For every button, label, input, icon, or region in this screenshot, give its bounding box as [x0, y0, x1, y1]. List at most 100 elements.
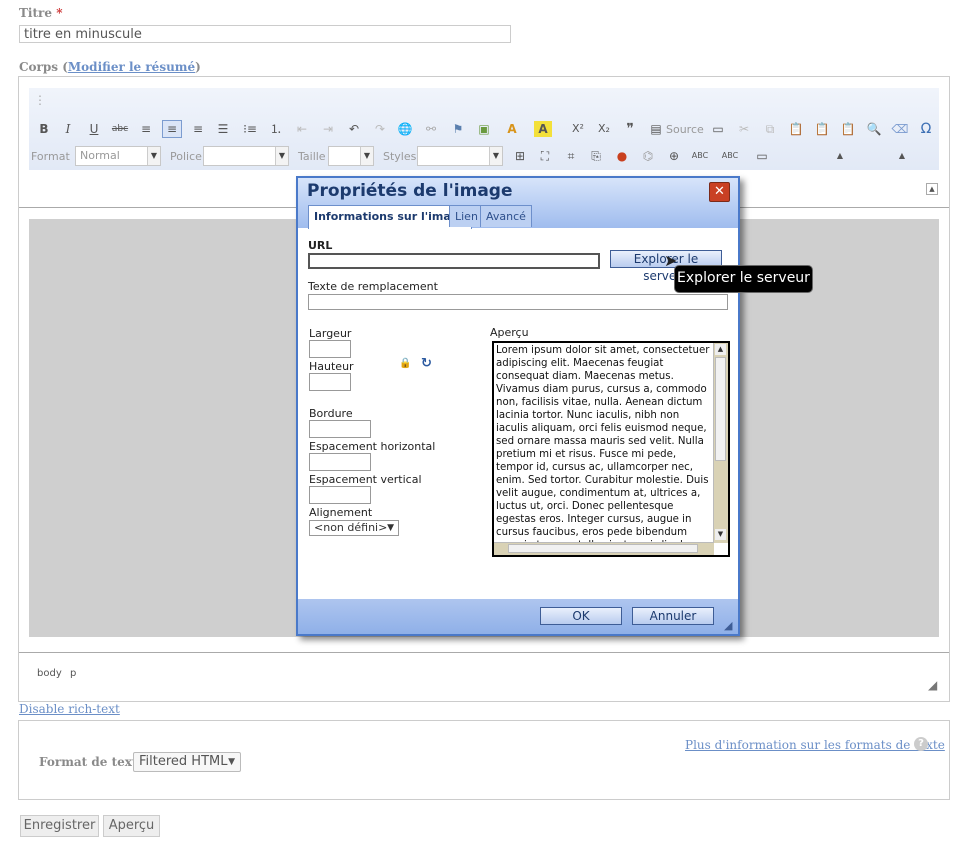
hspace-input[interactable] [309, 453, 371, 471]
format-select[interactable]: Normal ▼ [75, 146, 161, 166]
edit-summary-link[interactable]: Modifier le résumé [68, 60, 195, 74]
bold-icon[interactable]: B [35, 121, 53, 137]
paste-text-icon[interactable]: 📋 [813, 121, 831, 137]
tab-image-info[interactable]: Informations sur l'image [308, 205, 473, 229]
special-char-icon[interactable]: Ω [917, 121, 935, 137]
blockquote-icon[interactable]: ❞ [621, 121, 639, 137]
subscript-icon[interactable]: X₂ [595, 121, 613, 137]
scrollbar-thumb[interactable] [508, 544, 698, 553]
paste-icon[interactable]: 📋 [787, 121, 805, 137]
justify-icon[interactable]: ☰ [214, 121, 232, 137]
paste-word-icon[interactable]: 📋 [839, 121, 857, 137]
toolbar-collapse-button[interactable]: ▲ [926, 183, 938, 195]
chevron-down-icon: ▼ [489, 147, 502, 165]
url-label: URL [308, 239, 333, 252]
hr-icon[interactable]: ▭ [709, 121, 727, 137]
border-label: Bordure [309, 407, 353, 420]
tab-link[interactable]: Lien [449, 205, 484, 227]
strikethrough-icon[interactable]: abc [111, 121, 129, 137]
alt-text-label: Texte de remplacement [308, 280, 438, 293]
show-blocks-icon[interactable]: ⌗ [562, 148, 580, 164]
scrollbar-thumb[interactable] [715, 357, 726, 461]
unlink-icon[interactable]: ⚯ [422, 121, 440, 137]
page-break-icon[interactable]: ▭ [753, 148, 771, 164]
table-icon[interactable]: ⊞ [511, 148, 529, 164]
align-left-icon[interactable]: ≡ [137, 121, 155, 137]
border-input[interactable] [309, 420, 371, 438]
width-input[interactable] [309, 340, 351, 358]
reset-size-icon[interactable]: ↻ [421, 356, 432, 371]
toolbar-grip-icon: ⋮ [34, 93, 46, 107]
anchor-icon[interactable]: ⚑ [449, 121, 467, 137]
source-icon[interactable]: ▤ [647, 121, 665, 137]
scroll-up-icon[interactable]: ▲ [715, 344, 726, 355]
resize-handle-icon[interactable]: ◢ [928, 678, 937, 692]
text-format-select[interactable]: Filtered HTML ▼ [133, 752, 241, 772]
align-center-icon[interactable]: ≡ [162, 120, 182, 138]
alt-text-input[interactable] [308, 294, 728, 310]
styles-select[interactable]: ▼ [417, 146, 503, 166]
height-input[interactable] [309, 373, 351, 391]
maximize-icon[interactable]: ⛶ [536, 148, 554, 164]
font-label: Police [170, 150, 202, 163]
image-icon[interactable]: ▣ [475, 121, 493, 137]
title-input[interactable]: titre en minuscule [19, 25, 511, 43]
find-icon[interactable]: 🔍 [865, 121, 883, 137]
chevron-down-icon: ▼ [147, 147, 160, 165]
save-button[interactable]: Enregistrer [20, 815, 99, 837]
templates-icon[interactable]: ⎘ [587, 148, 605, 164]
horizontal-scrollbar[interactable] [494, 542, 714, 555]
text-color-icon[interactable]: A [503, 121, 521, 137]
vspace-input[interactable] [309, 486, 371, 504]
numbered-list-icon[interactable]: ⒈ [267, 121, 285, 137]
scroll-down-icon[interactable]: ▼ [715, 529, 726, 540]
text-format-label: Format de texte [39, 755, 146, 769]
undo-icon[interactable]: ↶ [345, 121, 363, 137]
path-p[interactable]: p [70, 668, 76, 679]
copy-icon[interactable]: ⧉ [761, 121, 779, 137]
tab-advanced[interactable]: Avancé [480, 205, 532, 227]
path-body[interactable]: body [37, 668, 62, 679]
indent-icon[interactable]: ⇥ [319, 121, 337, 137]
disable-richtext-link[interactable]: Disable rich-text [19, 702, 120, 716]
cancel-button[interactable]: Annuler [632, 607, 714, 625]
align-right-icon[interactable]: ≡ [189, 121, 207, 137]
dialog-resize-icon[interactable]: ◢ [724, 619, 732, 632]
dialog-header[interactable]: Propriétés de l'image ✕ Informations sur… [298, 178, 738, 229]
spellcheck-icon[interactable]: ABC [691, 148, 709, 164]
bg-color-icon[interactable]: A [534, 121, 552, 137]
align-label: Alignement [309, 506, 373, 519]
link-icon[interactable]: 🌐 [396, 121, 414, 137]
close-icon[interactable]: ✕ [709, 182, 730, 202]
ok-button[interactable]: OK [540, 607, 622, 625]
align-select[interactable]: <non défini> ▼ [309, 520, 399, 536]
collapse-icon[interactable]: ▲ [831, 148, 849, 164]
font-select[interactable]: ▼ [203, 146, 289, 166]
bulleted-list-icon[interactable]: ⁝≡ [241, 121, 259, 137]
vertical-scrollbar[interactable]: ▲ ▼ [713, 343, 728, 543]
iframe-icon[interactable]: ⌬ [639, 148, 657, 164]
preview-pane[interactable]: Lorem ipsum dolor sit amet, consectetuer… [492, 341, 730, 557]
chevron-down-icon: ▼ [228, 757, 235, 767]
hspace-label: Espacement horizontal [309, 440, 436, 453]
superscript-icon[interactable]: X² [569, 121, 587, 137]
underline-icon[interactable]: U [85, 121, 103, 137]
preview-button[interactable]: Aperçu [103, 815, 160, 837]
redo-icon[interactable]: ↷ [371, 121, 389, 137]
cut-icon[interactable]: ✂ [735, 121, 753, 137]
outdent-icon[interactable]: ⇤ [293, 121, 311, 137]
lock-ratio-icon[interactable]: 🔒 [399, 358, 411, 369]
source-label[interactable]: Source [666, 123, 704, 136]
chevron-down-icon: ▼ [387, 523, 394, 533]
more-info-link[interactable]: Plus d'information sur les formats de te… [685, 738, 945, 752]
flash-icon[interactable]: ● [613, 148, 631, 164]
collapse-icon[interactable]: ▲ [893, 148, 911, 164]
spellcheck-as-you-type-icon[interactable]: ABC [721, 148, 739, 164]
italic-icon[interactable]: I [59, 121, 77, 137]
tooltip: Explorer le serveur [675, 266, 812, 292]
size-select[interactable]: ▼ [328, 146, 374, 166]
url-input[interactable] [308, 253, 600, 269]
help-icon[interactable]: ? [914, 737, 928, 751]
div-container-icon[interactable]: ⊕ [665, 148, 683, 164]
remove-format-icon[interactable]: ⌫ [891, 121, 909, 137]
